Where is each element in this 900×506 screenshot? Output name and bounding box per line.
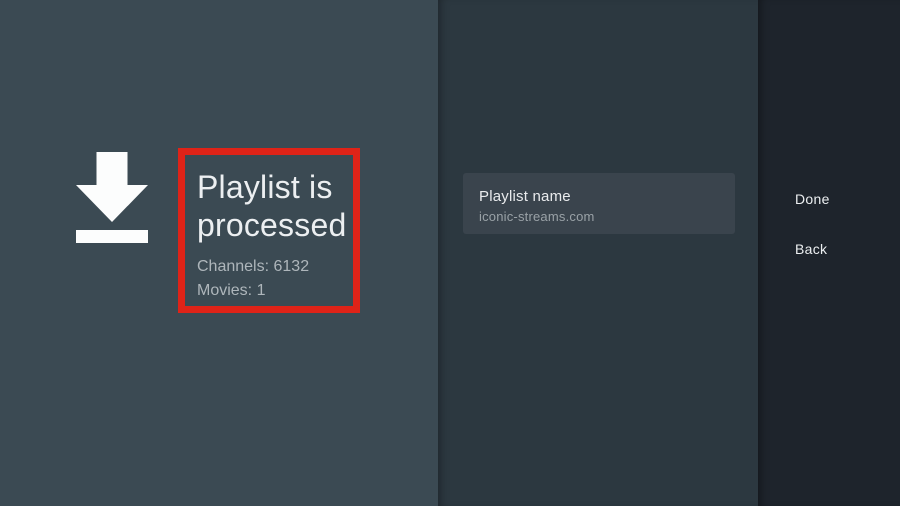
playlist-name-field[interactable]: Playlist name iconic-streams.com [463, 173, 735, 234]
channels-count: Channels: 6132 [197, 258, 310, 275]
status-title: Playlist is processed [197, 169, 347, 243]
playlist-panel: Playlist name iconic-streams.com [438, 0, 758, 506]
movies-count: Movies: 1 [197, 282, 266, 299]
status-panel: Playlist is processed Channels: 6132 Mov… [0, 0, 438, 506]
playlist-name-value: iconic-streams.com [479, 209, 595, 224]
actions-panel: Done Back [758, 0, 900, 506]
playlist-processing-screen: Playlist is processed Channels: 6132 Mov… [0, 0, 900, 506]
download-icon [76, 152, 148, 243]
status-counts: Channels: 6132 Movies: 1 [197, 255, 309, 303]
playlist-name-label: Playlist name [479, 188, 571, 205]
back-button[interactable]: Back [795, 241, 827, 257]
done-button[interactable]: Done [795, 191, 830, 207]
